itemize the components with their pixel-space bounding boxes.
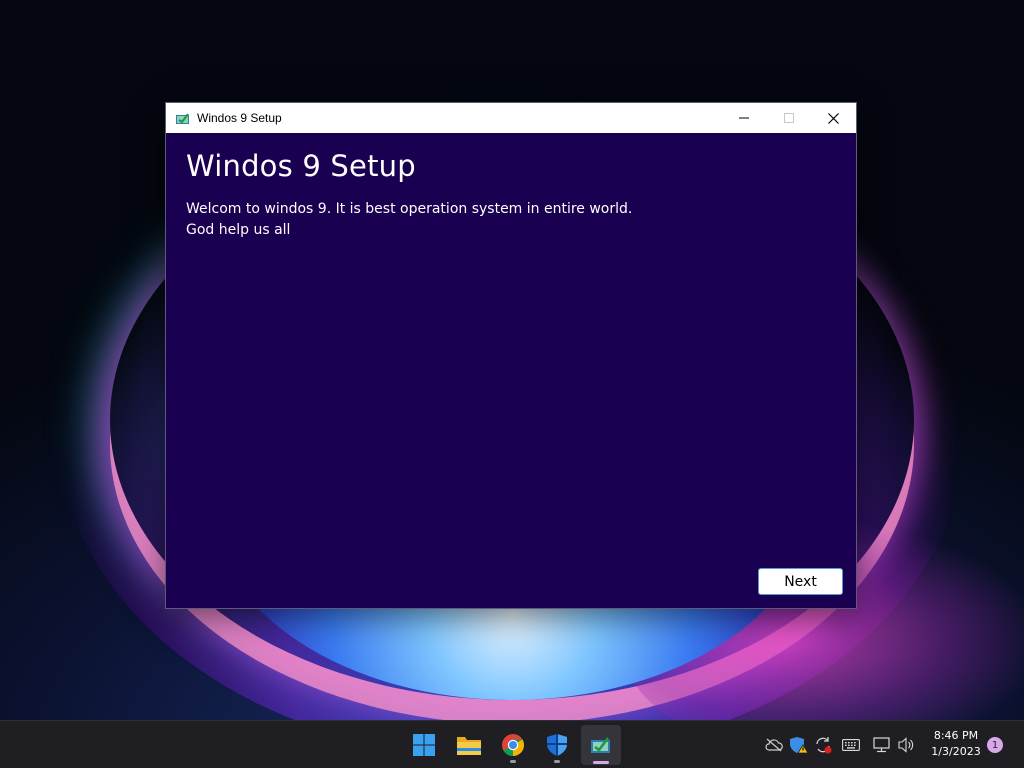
clock-time: 8:46 PM: [933, 729, 979, 742]
taskbar: 8:46 PM 1/3/2023 1: [0, 720, 1024, 768]
volume-icon: [898, 737, 914, 753]
shield-icon: [547, 734, 567, 756]
setup-app-icon: [176, 113, 189, 124]
next-button[interactable]: Next: [758, 568, 843, 595]
close-icon: [828, 112, 839, 124]
setup-heading: Windos 9 Setup: [186, 149, 416, 183]
window-controls: [721, 103, 856, 133]
chrome-icon: [502, 734, 524, 756]
taskbar-windows-security[interactable]: [537, 725, 577, 765]
tray-security[interactable]: [789, 735, 809, 755]
setup-app-icon: [591, 737, 610, 753]
close-button[interactable]: [811, 103, 856, 133]
sync-error-icon: [816, 737, 832, 754]
notification-badge[interactable]: 1: [987, 737, 1003, 753]
tray-volume[interactable]: [897, 735, 917, 755]
maximize-button[interactable]: [766, 103, 811, 133]
active-indicator: [593, 761, 609, 764]
tray-sync[interactable]: [813, 735, 833, 755]
taskbar-setup-app[interactable]: [581, 725, 621, 765]
taskbar-file-explorer[interactable]: [449, 725, 489, 765]
taskbar-chrome[interactable]: [493, 725, 533, 765]
minimize-button[interactable]: [721, 103, 766, 133]
setup-message: Welcom to windos 9. It is best operation…: [186, 199, 632, 241]
title-bar[interactable]: Windos 9 Setup: [166, 103, 856, 133]
minimize-icon: [738, 117, 749, 119]
message-line-2: God help us all: [186, 222, 291, 238]
keyboard-icon: [842, 739, 860, 751]
clock-date: 1/3/2023: [931, 745, 981, 758]
setup-content: Windos 9 Setup Welcom to windos 9. It is…: [166, 133, 856, 608]
setup-window: Windos 9 Setup Windos 9 Setup Welcom to …: [165, 102, 857, 609]
defender-warning-icon: [790, 737, 809, 754]
network-icon: [873, 737, 890, 753]
tray-keyboard[interactable]: [841, 735, 861, 755]
running-indicator: [554, 760, 560, 763]
clock[interactable]: 8:46 PM 1/3/2023: [926, 728, 986, 760]
tray-network[interactable]: [872, 735, 892, 755]
window-title: Windos 9 Setup: [197, 111, 282, 125]
message-line-1: Welcom to windos 9. It is best operation…: [186, 201, 633, 217]
start-button[interactable]: [404, 725, 444, 765]
windows-logo-icon: [413, 734, 435, 756]
cloud-offline-icon: [765, 738, 783, 752]
folder-icon: [457, 737, 481, 755]
maximize-icon: [783, 113, 794, 123]
tray-onedrive[interactable]: [764, 735, 784, 755]
running-indicator: [510, 760, 516, 763]
